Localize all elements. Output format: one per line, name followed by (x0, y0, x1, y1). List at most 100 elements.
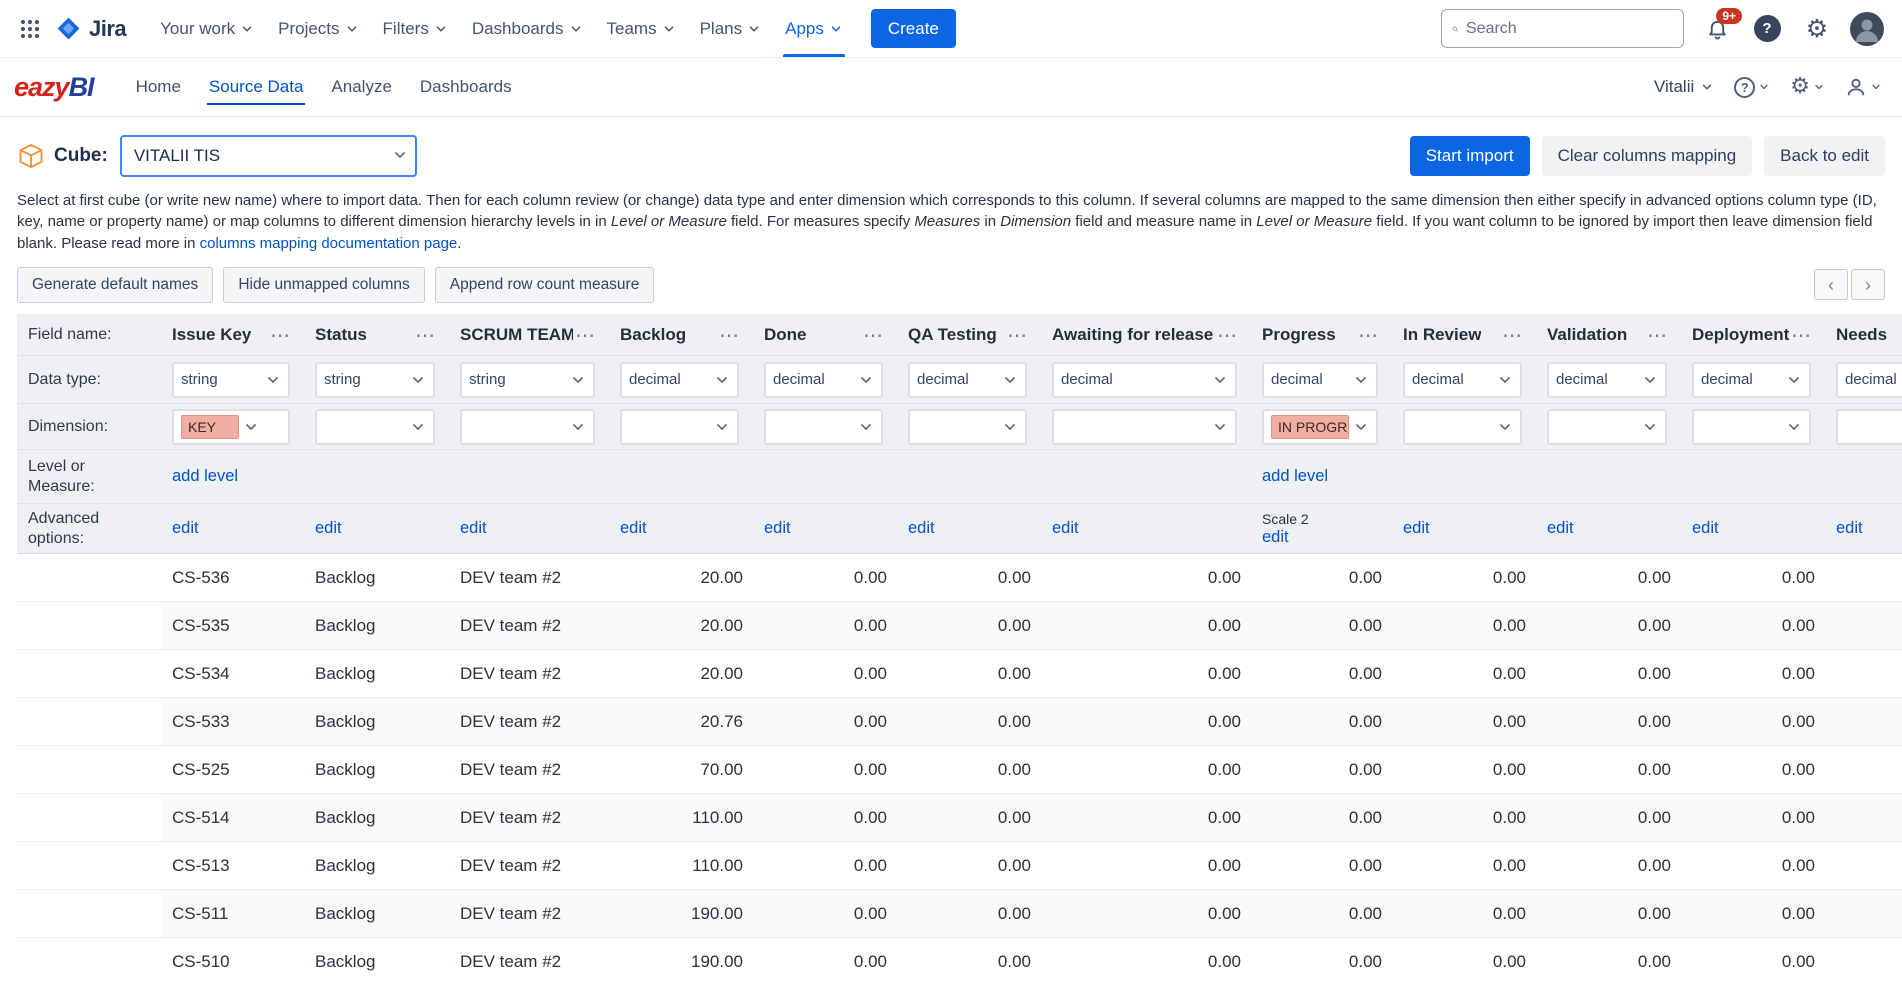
create-button[interactable]: Create (871, 9, 956, 48)
data-type-select[interactable]: decimal (620, 362, 739, 398)
data-type-select[interactable]: decimal (1836, 362, 1902, 398)
back-to-edit-button[interactable]: Back to edit (1764, 136, 1885, 176)
dimension-select[interactable] (1547, 409, 1667, 445)
app-switcher-button[interactable] (10, 9, 50, 49)
dimension-select[interactable]: KEY (172, 409, 290, 445)
eazybi-logo[interactable]: eazy BI (14, 58, 94, 116)
data-type-select[interactable]: string (172, 362, 290, 398)
dimension-select[interactable] (315, 409, 435, 445)
column-name: Deployment (1692, 325, 1789, 345)
notifications-button[interactable]: 9+ (1700, 12, 1734, 46)
toolbar-hide-unmapped-columns-button[interactable]: Hide unmapped columns (223, 267, 424, 303)
advanced-edit-link[interactable]: edit (1403, 519, 1430, 538)
search-input[interactable] (1466, 20, 1673, 38)
add-level-link[interactable]: add level (172, 467, 238, 486)
clear-columns-mapping-button[interactable]: Clear columns mapping (1542, 136, 1753, 176)
column-menu-button[interactable]: ⋯ (1789, 325, 1813, 345)
start-import-button[interactable]: Start import (1410, 136, 1530, 176)
table-cell: 0.00 (1041, 698, 1251, 746)
table-cell: 0.00 (1392, 890, 1536, 938)
advanced-edit-link[interactable]: edit (1262, 528, 1289, 547)
data-type-value: decimal (1701, 371, 1786, 388)
dimension-select[interactable] (1403, 409, 1522, 445)
jira-logo[interactable]: Jira (56, 16, 126, 42)
eazybi-help-menu-button[interactable]: ? (1734, 77, 1770, 98)
advanced-edit-link[interactable]: edit (764, 519, 791, 538)
column-menu-button[interactable]: ⋯ (1500, 325, 1524, 345)
dimension-select[interactable] (764, 409, 883, 445)
top-nav-your-work[interactable]: Your work (148, 0, 266, 57)
eazybi-users-menu-button[interactable] (1845, 76, 1882, 98)
notifications-badge: 9+ (1716, 8, 1742, 24)
top-nav-dashboards[interactable]: Dashboards (460, 0, 595, 57)
toolbar-generate-default-names-button[interactable]: Generate default names (17, 267, 213, 303)
advanced-edit-link[interactable]: edit (1836, 519, 1863, 538)
top-nav-plans[interactable]: Plans (688, 0, 774, 57)
global-search[interactable] (1441, 9, 1684, 48)
data-type-select[interactable]: decimal (764, 362, 883, 398)
documentation-link[interactable]: columns mapping documentation page (200, 235, 458, 252)
data-type-select[interactable]: string (315, 362, 435, 398)
dimension-select[interactable] (1836, 409, 1902, 445)
help-button[interactable]: ? (1750, 12, 1784, 46)
eazybi-settings-menu-button[interactable]: ⚙ (1790, 76, 1825, 98)
data-type-select[interactable]: decimal (908, 362, 1027, 398)
advanced-edit-link[interactable]: edit (172, 519, 199, 538)
pager-next-button[interactable]: › (1851, 269, 1885, 300)
chevron-down-icon (1002, 372, 1018, 388)
source-data-page: Cube: Start import Clear columns mapping… (0, 135, 1902, 981)
chevron-down-icon (1497, 419, 1513, 435)
dimension-select[interactable] (908, 409, 1027, 445)
dimension-select[interactable] (620, 409, 739, 445)
toolbar-append-row-count-measure-button[interactable]: Append row count measure (435, 267, 655, 303)
columns-mapping-table-wrap: Field name:Issue Key⋯Status⋯SCRUM TEAM⋯B… (17, 314, 1885, 981)
data-type-select[interactable]: decimal (1547, 362, 1667, 398)
profile-avatar[interactable] (1850, 12, 1884, 46)
column-menu-button[interactable]: ⋯ (1215, 325, 1239, 345)
pager-prev-button[interactable]: ‹ (1814, 269, 1848, 300)
top-nav-teams[interactable]: Teams (595, 0, 688, 57)
advanced-edit-link[interactable]: edit (1692, 519, 1719, 538)
advanced-edit-link[interactable]: edit (1052, 519, 1079, 538)
table-cell: 0.00 (1681, 890, 1825, 938)
data-type-select[interactable]: string (460, 362, 595, 398)
advanced-edit-link[interactable]: edit (620, 519, 647, 538)
column-menu-button[interactable]: ⋯ (413, 325, 437, 345)
chevron-down-icon (714, 372, 730, 388)
data-type-select[interactable]: decimal (1052, 362, 1237, 398)
column-menu-button[interactable]: ⋯ (1356, 325, 1380, 345)
column-menu-button[interactable]: ⋯ (573, 325, 597, 345)
column-menu-button[interactable]: ⋯ (1005, 325, 1029, 345)
top-nav-projects[interactable]: Projects (266, 0, 370, 57)
cube-name-input[interactable] (120, 135, 417, 177)
dimension-select[interactable] (1692, 409, 1811, 445)
tab-analyze[interactable]: Analyze (317, 58, 405, 116)
dimension-select[interactable] (460, 409, 595, 445)
add-level-link[interactable]: add level (1262, 467, 1328, 486)
column-menu-button[interactable]: ⋯ (1645, 325, 1669, 345)
advanced-edit-link[interactable]: edit (1547, 519, 1574, 538)
data-type-select[interactable]: decimal (1262, 362, 1378, 398)
column-menu-button[interactable]: ⋯ (861, 325, 885, 345)
column-header: Needs⋯ (1825, 314, 1902, 356)
data-type-select[interactable]: decimal (1692, 362, 1811, 398)
column-menu-button[interactable]: ⋯ (268, 325, 292, 345)
settings-button[interactable]: ⚙ (1800, 12, 1834, 46)
tab-dashboards[interactable]: Dashboards (406, 58, 526, 116)
advanced-edit-link[interactable]: edit (315, 519, 342, 538)
data-type-value: string (469, 371, 570, 388)
column-name: Validation (1547, 325, 1627, 345)
tab-home[interactable]: Home (122, 58, 195, 116)
advanced-edit-link[interactable]: edit (908, 519, 935, 538)
description-italic: Measures (914, 213, 980, 230)
account-menu-button[interactable]: Vitalii (1654, 77, 1714, 97)
advanced-edit-link[interactable]: edit (460, 519, 487, 538)
top-nav-filters[interactable]: Filters (371, 0, 460, 57)
dimension-select[interactable]: IN PROGRESS (1262, 409, 1378, 445)
top-nav-apps[interactable]: Apps (773, 0, 855, 57)
data-type-select[interactable]: decimal (1403, 362, 1522, 398)
tab-source-data[interactable]: Source Data (195, 58, 318, 116)
column-menu-button[interactable]: ⋯ (717, 325, 741, 345)
dimension-select[interactable] (1052, 409, 1237, 445)
mapping-description: Select at first cube (or write new name)… (17, 190, 1885, 254)
